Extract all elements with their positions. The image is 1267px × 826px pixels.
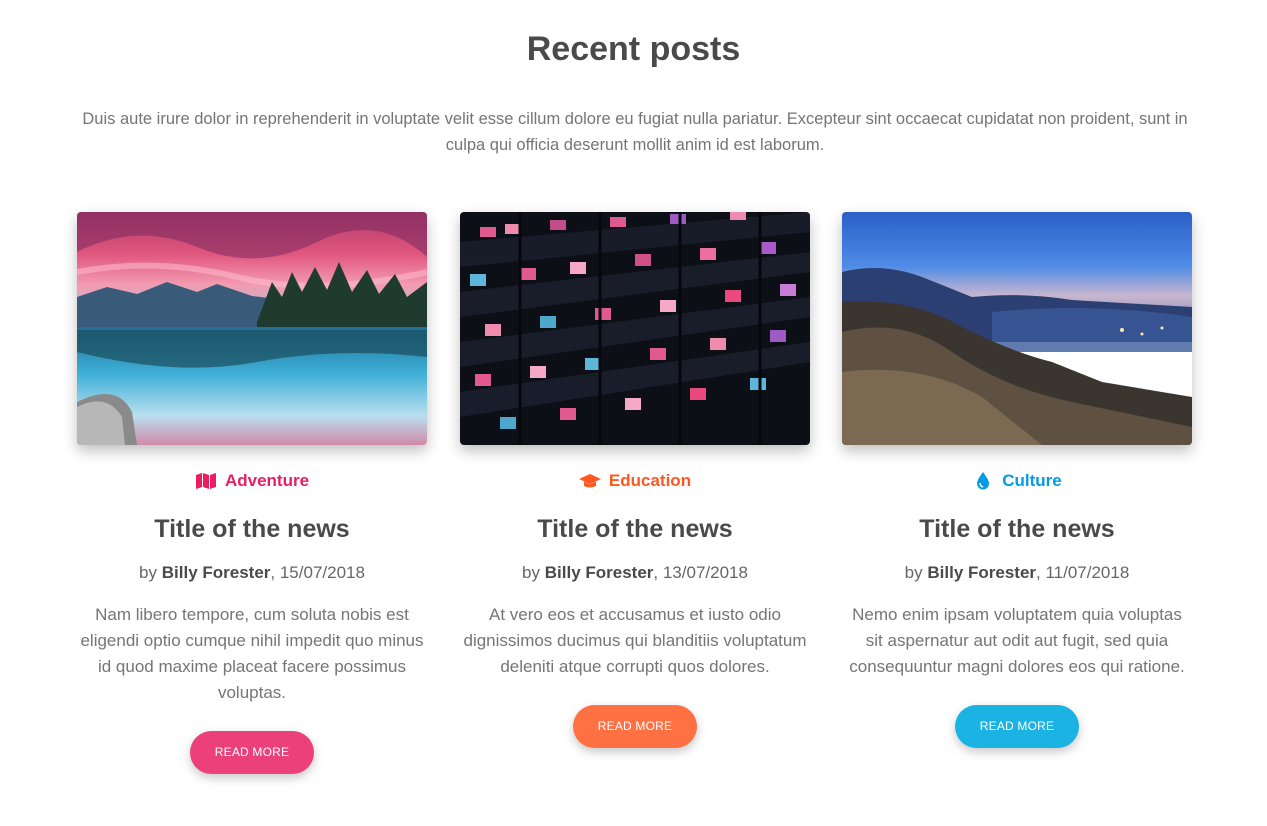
- post-author[interactable]: Billy Forester: [545, 563, 654, 582]
- by-prefix: by: [139, 563, 158, 582]
- category-label: Education: [608, 471, 692, 490]
- post-byline: by Billy Forester, 15/07/2018: [77, 562, 427, 584]
- category-label: Adventure: [224, 471, 310, 490]
- recent-posts-section: Recent posts Duis aute irure dolor in re…: [0, 0, 1267, 826]
- post-excerpt: Nam libero tempore, cum soluta nobis est…: [80, 605, 424, 702]
- post-date: , 11/07/2018: [1036, 563, 1130, 582]
- post-card: Adventure Title of the news by Billy For…: [77, 212, 427, 774]
- by-prefix: by: [904, 563, 923, 582]
- graduation-cap-icon: [578, 471, 601, 491]
- post-card: Education Title of the news by Billy For…: [460, 212, 810, 748]
- read-more-button[interactable]: READ MORE: [190, 731, 314, 774]
- post-byline: by Billy Forester, 13/07/2018: [460, 562, 810, 584]
- by-prefix: by: [522, 563, 541, 582]
- post-card: Culture Title of the news by Billy Fores…: [842, 212, 1192, 748]
- post-category[interactable]: Culture: [842, 470, 1192, 492]
- tint-icon: [972, 471, 994, 491]
- post-title[interactable]: Title of the news: [77, 514, 427, 544]
- post-image[interactable]: [842, 212, 1192, 445]
- post-byline: by Billy Forester, 11/07/2018: [842, 562, 1192, 584]
- post-category[interactable]: Education: [460, 470, 810, 492]
- post-author[interactable]: Billy Forester: [927, 563, 1036, 582]
- post-title[interactable]: Title of the news: [842, 514, 1192, 544]
- post-image[interactable]: [460, 212, 810, 445]
- post-author[interactable]: Billy Forester: [162, 563, 271, 582]
- category-label: Culture: [1002, 471, 1062, 490]
- read-more-button[interactable]: READ MORE: [573, 705, 697, 748]
- post-title[interactable]: Title of the news: [460, 514, 810, 544]
- post-image[interactable]: [77, 212, 427, 445]
- post-excerpt: At vero eos et accusamus et iusto odio d…: [463, 605, 807, 676]
- post-date: , 13/07/2018: [653, 563, 748, 582]
- section-title: Recent posts: [526, 30, 741, 68]
- post-category[interactable]: Adventure: [77, 470, 427, 492]
- read-more-button[interactable]: READ MORE: [955, 705, 1079, 748]
- section-description: Duis aute irure dolor in reprehenderit i…: [82, 110, 1188, 154]
- map-icon: [195, 471, 217, 491]
- post-date: , 15/07/2018: [270, 563, 365, 582]
- post-excerpt: Nemo enim ipsam voluptatem quia voluptas…: [849, 605, 1185, 676]
